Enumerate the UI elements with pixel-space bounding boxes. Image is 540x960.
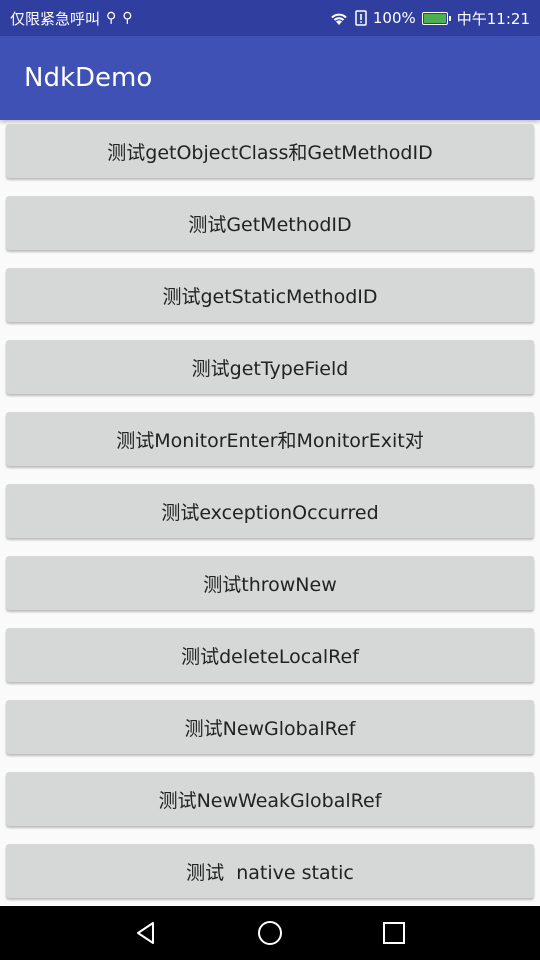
test-newglobalref-button[interactable]: 测试NewGlobalRef xyxy=(6,700,534,754)
test-getobjectclass-button[interactable]: 测试getObjectClass和GetMethodID xyxy=(6,124,534,178)
app-bar: NdkDemo xyxy=(0,36,540,120)
test-newweakglobalref-button[interactable]: 测试NewWeakGlobalRef xyxy=(6,772,534,826)
app-title: NdkDemo xyxy=(24,63,153,93)
test-gettypefield-button[interactable]: 测试getTypeField xyxy=(6,340,534,394)
battery-level xyxy=(423,13,446,23)
battery-icon xyxy=(421,11,451,25)
usb-icon: ⚲ xyxy=(106,10,117,26)
navigation-bar xyxy=(0,906,540,960)
home-icon[interactable] xyxy=(253,916,287,950)
recents-icon[interactable] xyxy=(377,916,411,950)
test-getmethodid-button[interactable]: 测试GetMethodID xyxy=(6,196,534,250)
wifi-icon xyxy=(331,13,347,25)
test-deletelocalref-button[interactable]: 测试deleteLocalRef xyxy=(6,628,534,682)
button-list: 测试getObjectClass和GetMethodID 测试GetMethod… xyxy=(0,124,540,904)
test-exceptionoccurred-button[interactable]: 测试exceptionOccurred xyxy=(6,484,534,538)
battery-percent: 100% xyxy=(372,9,416,27)
back-icon[interactable] xyxy=(129,916,163,950)
status-bar-left: 仅限紧急呼叫 ⚲ ⚲ xyxy=(10,8,133,29)
clock: 中午11:21 xyxy=(456,9,530,28)
test-thrownew-button[interactable]: 测试throwNew xyxy=(6,556,534,610)
usb-icon: ⚲ xyxy=(122,10,133,26)
test-monitorenter-button[interactable]: 测试MonitorEnter和MonitorExit对 xyxy=(6,412,534,466)
sim-alert-icon xyxy=(355,10,367,26)
status-bar: 仅限紧急呼叫 ⚲ ⚲ 100% 中午11:21 xyxy=(0,0,540,36)
test-getstaticmethodid-button[interactable]: 测试getStaticMethodID xyxy=(6,268,534,322)
carrier-text: 仅限紧急呼叫 xyxy=(10,9,101,28)
status-bar-right: 100% 中午11:21 xyxy=(329,8,530,29)
test-native-static-button[interactable]: 测试 native static xyxy=(6,844,534,898)
